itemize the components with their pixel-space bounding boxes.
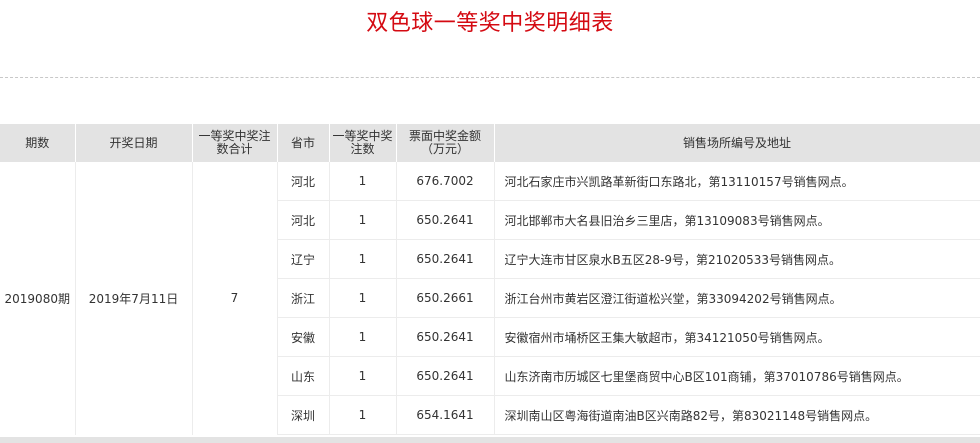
- bets-cell: 1: [329, 317, 397, 357]
- province-cell: 河北: [277, 162, 330, 201]
- amount-cell: 654.1641: [396, 395, 495, 435]
- page-title: 双色球一等奖中奖明细表: [366, 11, 614, 36]
- address-cell: 河北石家庄市兴凯路革新街口东路北，第13110157号销售网点。: [494, 162, 980, 201]
- bets-cell: 1: [329, 239, 397, 279]
- amount-cell: 650.2661: [396, 278, 495, 318]
- header-period: 期数: [0, 124, 76, 162]
- period-cell: 2019080期: [0, 162, 76, 435]
- amount-cell: 650.2641: [396, 200, 495, 240]
- header-total-bets: 一等奖中奖注数合计: [192, 124, 278, 162]
- address-cell: 深圳南山区粤海街道南油B区兴南路82号，第83021148号销售网点。: [494, 395, 980, 435]
- bets-cell: 1: [329, 278, 397, 318]
- bets-cell: 1: [329, 395, 397, 435]
- amount-cell: 650.2641: [396, 317, 495, 357]
- winners-table: 期数 开奖日期 一等奖中奖注数合计 省市 一等奖中奖注数 票面中奖金额（万元） …: [0, 124, 980, 435]
- header-amount: 票面中奖金额（万元）: [396, 124, 495, 162]
- amount-cell: 676.7002: [396, 162, 495, 201]
- header-province: 省市: [277, 124, 330, 162]
- header-draw-date: 开奖日期: [75, 124, 193, 162]
- bets-cell: 1: [329, 162, 397, 201]
- province-cell: 河北: [277, 200, 330, 240]
- province-cell: 深圳: [277, 395, 330, 435]
- bets-cell: 1: [329, 356, 397, 396]
- province-cell: 浙江: [277, 278, 330, 318]
- total-bets-cell: 7: [192, 162, 278, 435]
- bets-cell: 1: [329, 200, 397, 240]
- amount-cell: 650.2641: [396, 356, 495, 396]
- header-bets: 一等奖中奖注数: [329, 124, 397, 162]
- header-address: 销售场所编号及地址: [494, 124, 980, 162]
- address-cell: 山东济南市历城区七里堡商贸中心B区101商铺，第37010786号销售网点。: [494, 356, 980, 396]
- address-cell: 河北邯郸市大名县旧治乡三里店，第13109083号销售网点。: [494, 200, 980, 240]
- dashed-divider: [0, 77, 980, 78]
- province-cell: 山东: [277, 356, 330, 396]
- province-cell: 安徽: [277, 317, 330, 357]
- table-header-row: 期数 开奖日期 一等奖中奖注数合计 省市 一等奖中奖注数 票面中奖金额（万元） …: [0, 124, 980, 162]
- amount-cell: 650.2641: [396, 239, 495, 279]
- table-row: 2019080期 2019年7月11日 7 河北 1 676.7002 河北石家…: [0, 162, 980, 435]
- province-cell: 辽宁: [277, 239, 330, 279]
- address-cell: 浙江台州市黄岩区澄江街道松兴堂，第33094202号销售网点。: [494, 278, 980, 318]
- address-cell: 安徽宿州市埇桥区王集大敏超市，第34121050号销售网点。: [494, 317, 980, 357]
- address-cell: 辽宁大连市甘区泉水B五区28-9号，第21020533号销售网点。: [494, 239, 980, 279]
- draw-date-cell: 2019年7月11日: [75, 162, 193, 435]
- table-footer-bar: [0, 437, 980, 443]
